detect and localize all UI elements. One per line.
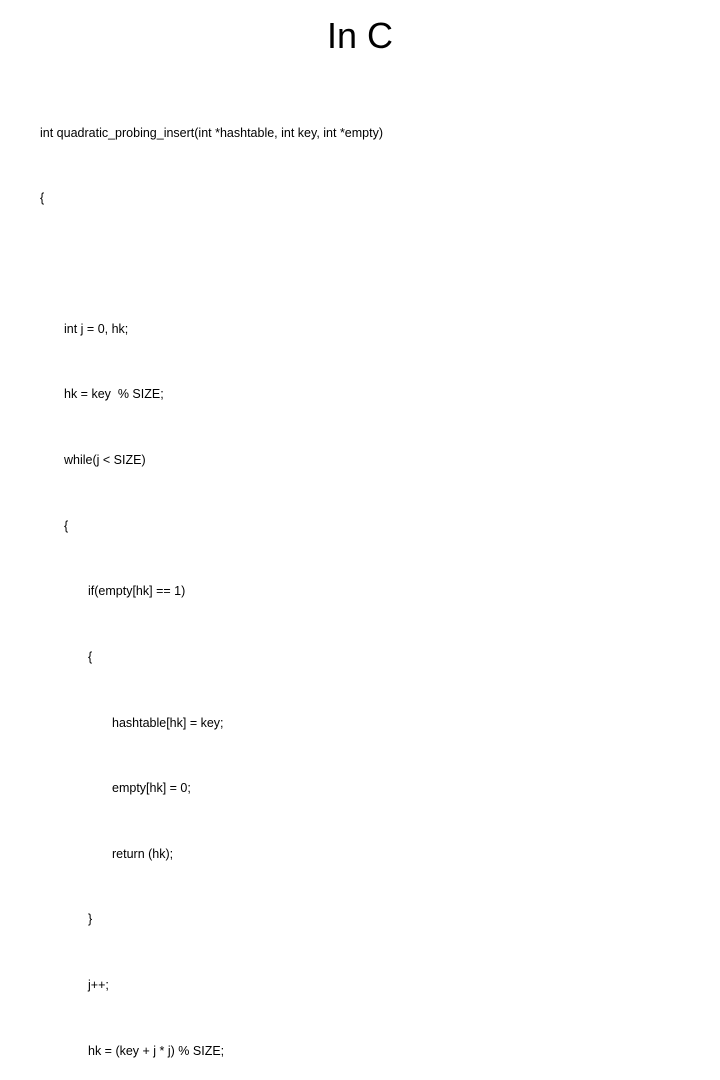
- code-line: while(j < SIZE): [40, 450, 680, 472]
- code-line: j++;: [40, 975, 680, 997]
- code-block: int quadratic_probing_insert(int *hashta…: [40, 79, 680, 1080]
- slide-container: In C int quadratic_probing_insert(int *h…: [0, 0, 720, 540]
- code-line: int quadratic_probing_insert(int *hashta…: [40, 123, 680, 145]
- code-line: }: [40, 909, 680, 931]
- code-line: {: [40, 647, 680, 669]
- code-line: hk = key % SIZE;: [40, 384, 680, 406]
- code-line: int j = 0, hk;: [40, 319, 680, 341]
- code-line: {: [40, 516, 680, 538]
- code-line: empty[hk] = 0;: [40, 778, 680, 800]
- code-line: {: [40, 188, 680, 210]
- code-line: hk = (key + j * j) % SIZE;: [40, 1041, 680, 1063]
- code-line: return (hk);: [40, 844, 680, 866]
- code-blank-line: [40, 254, 680, 275]
- code-line: if(empty[hk] == 1): [40, 581, 680, 603]
- slide-title: In C: [40, 15, 680, 57]
- code-line: hashtable[hk] = key;: [40, 713, 680, 735]
